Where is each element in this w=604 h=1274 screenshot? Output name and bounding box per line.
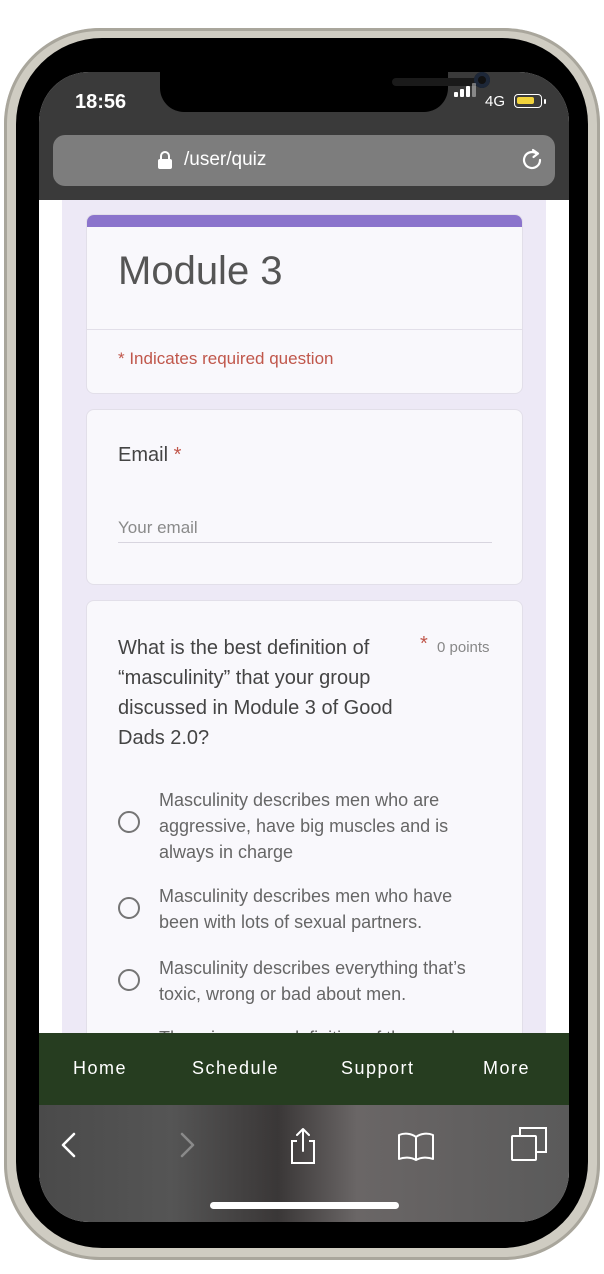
option-label: Masculinity describes everything that’s … [159,958,466,1004]
option-label: Masculinity describes men who are aggres… [159,790,449,862]
home-indicator[interactable] [210,1202,399,1209]
status-time: 18:56 [75,91,127,113]
radio-button[interactable] [118,969,140,991]
tabs-icon[interactable] [509,1125,549,1165]
email-field[interactable] [118,514,492,543]
notch [160,72,490,112]
bottom-nav: Home Schedule Support More [39,1033,569,1105]
lock-icon [158,151,172,169]
address-bar[interactable]: /user/quiz [53,135,555,186]
masculinity-question-card: What is the best definition of “masculin… [86,600,523,1033]
email-label-text: Email [118,444,169,466]
back-icon[interactable] [49,1125,89,1165]
forward-icon[interactable] [167,1125,207,1165]
network-type: 4G [485,93,506,110]
radio-button[interactable] [118,811,140,833]
browser-toolbar [39,1105,569,1222]
nav-home[interactable]: Home [73,1058,127,1079]
nav-support[interactable]: Support [341,1058,415,1079]
share-icon[interactable] [283,1125,323,1165]
bookmarks-icon[interactable] [396,1125,436,1165]
nav-more[interactable]: More [483,1058,530,1079]
radio-button[interactable] [118,897,140,919]
status-bar: 18:56 4G /user/quiz [39,72,569,200]
page-content[interactable]: Module 3 * Indicates required question E… [39,200,569,1033]
nav-schedule[interactable]: Schedule [192,1058,279,1079]
question-text: What is the best definition of “masculin… [118,637,393,749]
required-star: * [173,444,182,466]
question-points: 0 points [437,639,490,656]
required-note: * Indicates required question [118,349,334,368]
reload-icon[interactable] [520,148,544,172]
divider [87,329,522,330]
form-title-card: Module 3 * Indicates required question [86,214,523,394]
battery-icon [514,94,542,108]
front-camera [474,72,490,88]
email-question-card: Email * [86,409,523,585]
option-label: There is no one definition of the word..… [159,1025,497,1033]
email-label: Email * [118,444,181,467]
form-title: Module 3 [118,249,283,293]
required-star: * [420,633,428,655]
phone-screen: 18:56 4G /user/quiz Module 3 * Indicates… [39,72,569,1222]
title-accent-bar [87,215,522,227]
url-text: /user/quiz [184,149,267,170]
option-label: Masculinity describes men who have been … [159,886,453,932]
